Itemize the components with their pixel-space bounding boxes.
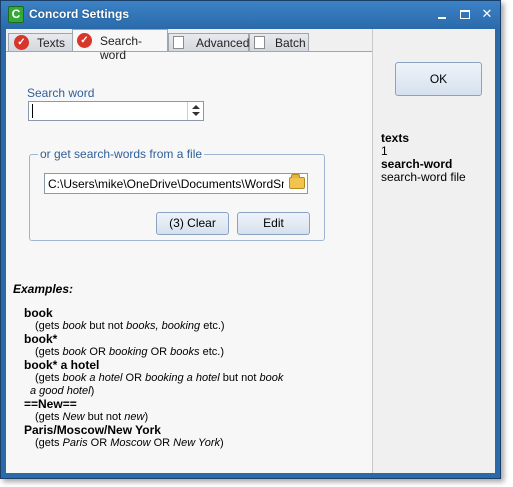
example-description: (gets Paris OR Moscow OR New York) [35, 437, 224, 449]
example-term: ==New== [24, 397, 77, 411]
tab-strip: ✓ Texts ✓ Search-word Advanced Batch [6, 29, 372, 62]
search-word-input[interactable] [31, 103, 183, 119]
examples-heading: Examples: [13, 282, 74, 296]
title-bar[interactable]: C Concord Settings ✕ [1, 1, 500, 29]
tab-search-word-label: Search-word [100, 34, 143, 62]
search-word-label: Search word [27, 86, 95, 100]
tab-batch-label: Batch [275, 36, 306, 50]
ok-button[interactable]: OK [395, 62, 482, 96]
sidebar: OK texts 1 search-word search-word file [372, 29, 495, 473]
tab-advanced-label: Advanced [196, 36, 250, 50]
window-title: Concord Settings [29, 7, 130, 21]
spin-up-icon[interactable] [192, 105, 200, 109]
example-description: (gets book a hotel OR booking a hotel bu… [35, 372, 284, 384]
check-icon: ✓ [14, 35, 29, 50]
texts-heading: texts [381, 131, 410, 145]
tab-texts[interactable]: ✓ Texts [8, 33, 74, 51]
example-term: book* a hotel [24, 358, 100, 372]
example-term: book [24, 306, 53, 320]
maximize-button[interactable] [457, 7, 473, 22]
search-word-file-field[interactable] [44, 173, 308, 194]
search-word-heading: search-word [381, 157, 453, 171]
check-icon: ✓ [77, 33, 92, 48]
page-icon [173, 36, 184, 49]
search-word-combo[interactable] [28, 101, 204, 121]
tab-texts-label: Texts [37, 36, 66, 50]
tab-batch[interactable]: Batch [249, 33, 309, 51]
search-word-panel: Search word or get search-words from a f… [6, 51, 372, 473]
clear-button[interactable]: (3) Clear [156, 212, 229, 235]
tab-advanced[interactable]: Advanced [168, 33, 249, 51]
example-term: book* [24, 332, 58, 346]
minimize-button[interactable] [434, 7, 450, 22]
example-term: Paris/Moscow/New York [24, 423, 161, 437]
edit-button[interactable]: Edit [237, 212, 310, 235]
close-button[interactable]: ✕ [479, 7, 495, 22]
maximize-icon [460, 10, 470, 19]
app-icon: C [8, 6, 24, 23]
page-icon [254, 36, 265, 49]
search-word-source: search-word file [381, 170, 466, 184]
texts-count: 1 [381, 144, 388, 158]
example-description: (gets book but not books, booking etc.) [35, 320, 225, 332]
search-word-file-input[interactable] [48, 176, 284, 192]
spin-down-icon[interactable] [192, 112, 200, 116]
folder-icon[interactable] [289, 174, 305, 189]
search-word-spinner[interactable] [187, 102, 203, 120]
minimize-icon [438, 17, 446, 19]
dialog-client-area: ✓ Texts ✓ Search-word Advanced Batch Sea… [6, 29, 495, 473]
file-group-legend: or get search-words from a file [38, 147, 205, 161]
examples-list: book (gets book but not books, booking et… [24, 307, 364, 450]
settings-window: C Concord Settings ✕ ✓ Texts ✓ Search-wo… [0, 0, 501, 479]
tab-search-word[interactable]: ✓ Search-word [72, 29, 168, 62]
